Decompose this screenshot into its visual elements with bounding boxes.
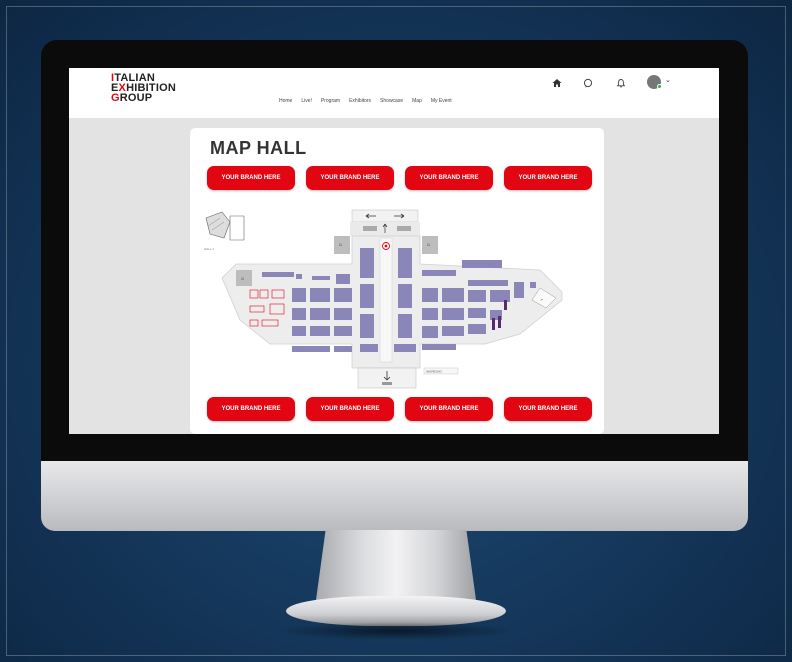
logo-line-3: GROUP: [111, 92, 153, 104]
site-logo[interactable]: ITALIAN EXHIBITION GROUP: [111, 73, 176, 104]
brand-banner[interactable]: YOUR BRAND HERE: [405, 166, 493, 190]
nav-item-program[interactable]: Program: [321, 98, 340, 104]
screen: ITALIAN EXHIBITION GROUP Home Live! Prog…: [69, 68, 719, 434]
nav-item-live[interactable]: Live!: [301, 98, 312, 104]
hall-floor-map[interactable]: HALL 1 ⊡ ⊡ ⊡ ↗ INGRESSO: [200, 208, 594, 398]
monitor-stand-shadow: [276, 622, 516, 640]
service-box: [236, 270, 252, 286]
brand-banner[interactable]: YOUR BRAND HERE: [207, 397, 295, 421]
nav-item-showcase[interactable]: Showcase: [380, 98, 403, 104]
entrance[interactable]: INGRESSO: [357, 367, 459, 389]
hall-overview-thumbnail[interactable]: HALL 1: [202, 210, 246, 251]
chat-icon[interactable]: [583, 78, 593, 88]
entrance-label: INGRESSO: [426, 370, 443, 374]
nav-item-map[interactable]: Map: [412, 98, 422, 104]
brand-banner-row-top: YOUR BRAND HERE YOUR BRAND HERE YOUR BRA…: [207, 166, 592, 190]
brand-banner[interactable]: YOUR BRAND HERE: [504, 166, 592, 190]
svg-text:⊡: ⊡: [241, 277, 244, 281]
brand-banner[interactable]: YOUR BRAND HERE: [207, 166, 295, 190]
svg-text:⊡: ⊡: [339, 243, 342, 247]
brand-banner-row-bottom: YOUR BRAND HERE YOUR BRAND HERE YOUR BRA…: [207, 397, 592, 421]
nav-item-exhibitors[interactable]: Exhibitors: [349, 98, 371, 104]
chevron-down-icon[interactable]: ⌄: [665, 76, 671, 84]
page-title: MAP HALL: [210, 138, 307, 158]
brand-banner[interactable]: YOUR BRAND HERE: [306, 397, 394, 421]
monitor-stand-neck: [316, 530, 476, 600]
brand-banner[interactable]: YOUR BRAND HERE: [405, 397, 493, 421]
map-hall-card: MAP HALL YOUR BRAND HERE YOUR BRAND HERE…: [190, 128, 604, 434]
bell-icon[interactable]: [616, 78, 626, 88]
online-status-dot: [657, 84, 662, 89]
thumbnail-label: HALL 1: [204, 247, 214, 251]
svg-text:⊡: ⊡: [427, 243, 430, 247]
brand-banner[interactable]: YOUR BRAND HERE: [504, 397, 592, 421]
central-aisle: [379, 237, 393, 363]
top-direction-box: [350, 209, 420, 236]
home-icon[interactable]: [552, 78, 562, 88]
nav-item-home[interactable]: Home: [279, 98, 292, 104]
service-box: [422, 236, 438, 254]
main-nav: Home Live! Program Exhibitors Showcase M…: [279, 98, 452, 104]
service-box: [334, 236, 350, 254]
site-header: ITALIAN EXHIBITION GROUP Home Live! Prog…: [69, 68, 719, 118]
monitor-chin: [41, 461, 748, 531]
svg-text:↗: ↗: [540, 298, 543, 302]
nav-item-my-event[interactable]: My Event: [431, 98, 452, 104]
brand-banner[interactable]: YOUR BRAND HERE: [306, 166, 394, 190]
